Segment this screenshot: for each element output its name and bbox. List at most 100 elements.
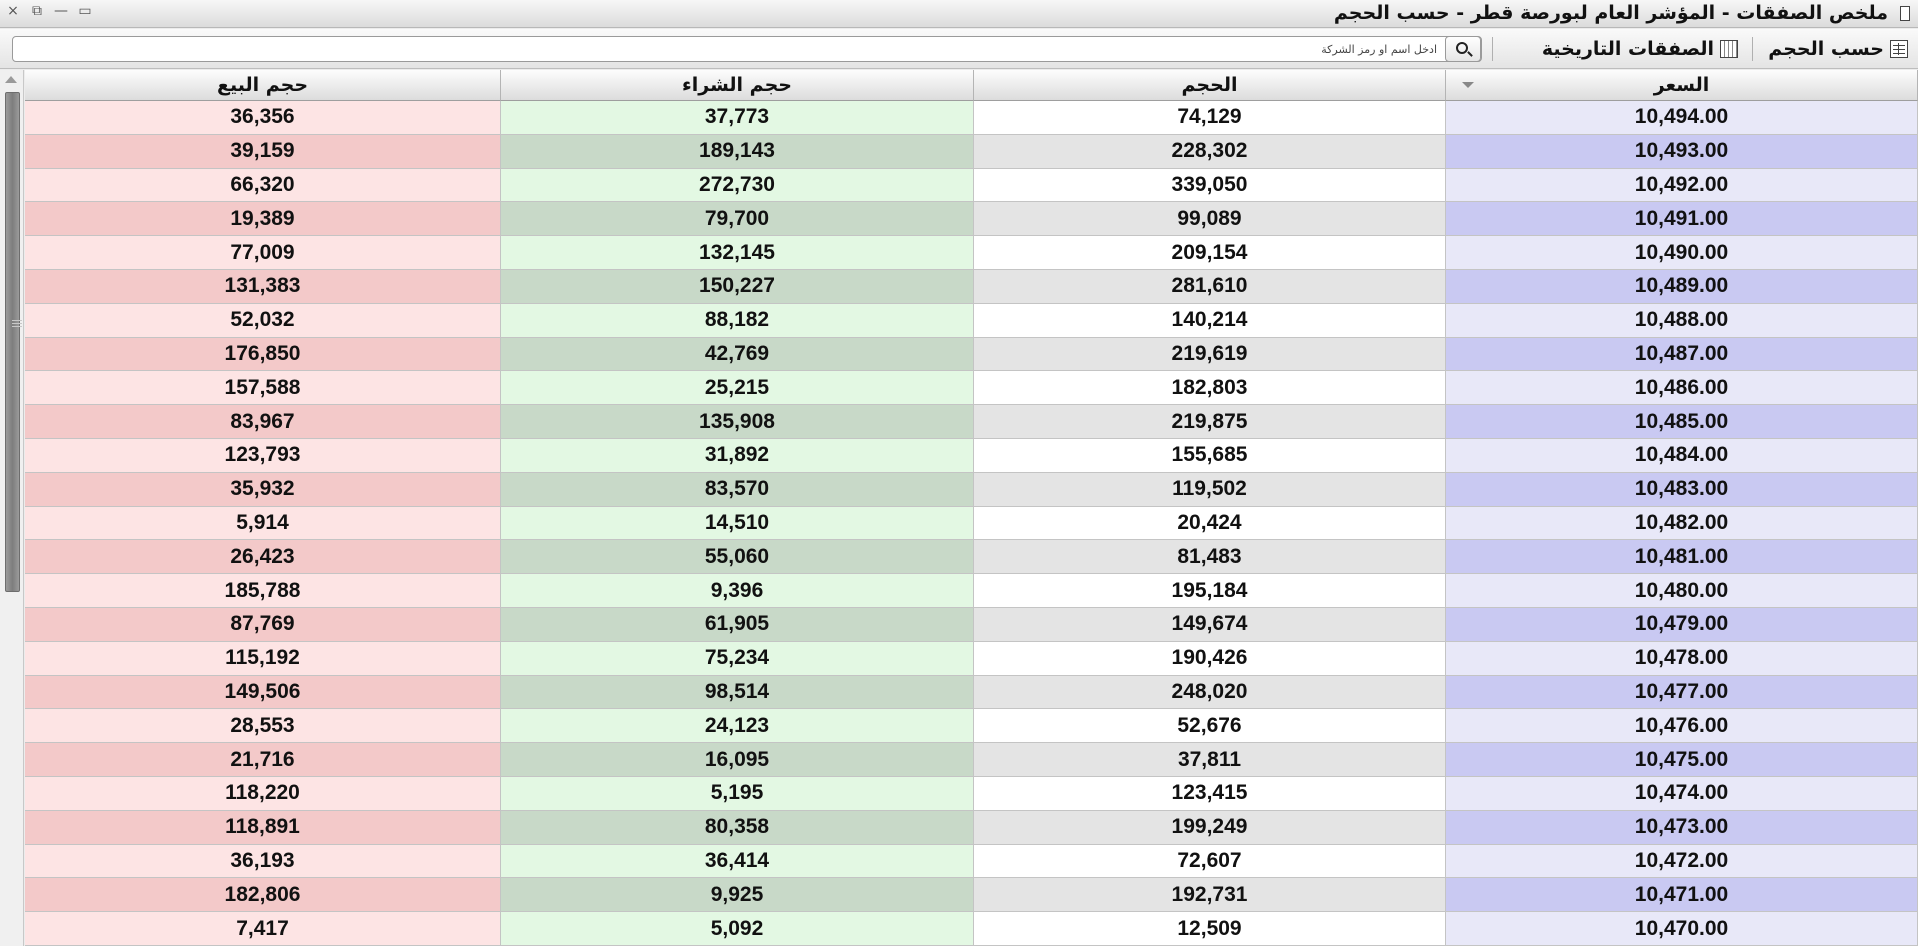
cell-sell-volume: 7,417 [25, 912, 501, 946]
column-header-buy-volume[interactable]: حجم الشراء [501, 70, 974, 101]
cell-price: 10,478.00 [1446, 641, 1918, 676]
cell-sell-volume: 39,159 [25, 134, 501, 169]
table-header: السعر الحجم حجم الشراء حجم البيع [25, 70, 1918, 101]
cell-volume: 99,089 [974, 202, 1446, 237]
table-row[interactable]: 10,481.00 81,483 55,060 26,423 [25, 540, 1918, 575]
cell-volume: 52,676 [974, 709, 1446, 744]
table-row[interactable]: 10,477.00 248,020 98,514 149,506 [25, 675, 1918, 710]
cell-buy-volume: 31,892 [501, 438, 974, 473]
table-row[interactable]: 10,492.00 339,050 272,730 66,320 [25, 168, 1918, 203]
cell-sell-volume: 131,383 [25, 269, 501, 304]
table-row[interactable]: 10,489.00 281,610 150,227 131,383 [25, 269, 1918, 304]
cell-volume: 209,154 [974, 236, 1446, 270]
cell-price: 10,489.00 [1446, 269, 1918, 304]
cell-sell-volume: 35,932 [25, 472, 501, 507]
table-row[interactable]: 10,474.00 123,415 5,195 118,220 [25, 776, 1918, 811]
cell-price: 10,488.00 [1446, 303, 1918, 338]
scroll-up-icon[interactable] [5, 76, 17, 83]
table-row[interactable]: 10,478.00 190,426 75,234 115,192 [25, 641, 1918, 676]
cell-volume: 81,483 [974, 540, 1446, 575]
table-row[interactable]: 10,494.00 74,129 37,773 36,356 [25, 101, 1918, 135]
table-row[interactable]: 10,490.00 209,154 132,145 77,009 [25, 236, 1918, 270]
document-icon [1900, 6, 1910, 21]
table-row[interactable]: 10,470.00 12,509 5,092 7,417 [25, 912, 1918, 946]
cell-price: 10,471.00 [1446, 878, 1918, 913]
table-row[interactable]: 10,483.00 119,502 83,570 35,932 [25, 472, 1918, 507]
table-row[interactable]: 10,472.00 72,607 36,414 36,193 [25, 844, 1918, 879]
cell-volume: 182,803 [974, 371, 1446, 406]
table-row[interactable]: 10,480.00 195,184 9,396 185,788 [25, 574, 1918, 608]
column-header-sell-volume[interactable]: حجم البيع [25, 70, 501, 101]
column-header-label: حجم البيع [216, 74, 309, 96]
column-header-price[interactable]: السعر [1446, 70, 1918, 101]
minimize-icon[interactable]: — [54, 3, 68, 19]
window-title: ملخص الصفقات - المؤشر العام لبورصة قطر -… [1333, 2, 1888, 24]
cell-volume: 248,020 [974, 675, 1446, 710]
cell-price: 10,484.00 [1446, 438, 1918, 473]
cell-price: 10,480.00 [1446, 574, 1918, 608]
cell-sell-volume: 21,716 [25, 743, 501, 777]
cell-buy-volume: 24,123 [501, 709, 974, 744]
close-icon[interactable]: × [6, 3, 20, 19]
search-input[interactable] [13, 37, 1443, 61]
table-row[interactable]: 10,479.00 149,674 61,905 87,769 [25, 607, 1918, 642]
vertical-scrollbar[interactable] [0, 70, 24, 946]
cell-sell-volume: 19,389 [25, 202, 501, 237]
cell-volume: 281,610 [974, 269, 1446, 304]
historical-trades-button[interactable]: الصفقات التاريخية [1542, 35, 1738, 63]
table-row[interactable]: 10,482.00 20,424 14,510 5,914 [25, 506, 1918, 541]
column-header-label: الحجم [1181, 74, 1238, 96]
cell-sell-volume: 157,588 [25, 371, 501, 406]
table-icon [1890, 40, 1908, 58]
table-row[interactable]: 10,473.00 199,249 80,358 118,891 [25, 810, 1918, 845]
cell-price: 10,482.00 [1446, 506, 1918, 541]
cell-buy-volume: 189,143 [501, 134, 974, 169]
historical-trades-label: الصفقات التاريخية [1541, 38, 1714, 60]
table-row[interactable]: 10,484.00 155,685 31,892 123,793 [25, 438, 1918, 473]
table-row[interactable]: 10,491.00 99,089 79,700 19,389 [25, 202, 1918, 237]
cell-price: 10,474.00 [1446, 776, 1918, 811]
cell-sell-volume: 5,914 [25, 506, 501, 541]
cell-buy-volume: 272,730 [501, 168, 974, 203]
table-row[interactable]: 10,475.00 37,811 16,095 21,716 [25, 743, 1918, 777]
cell-volume: 190,426 [974, 641, 1446, 676]
cell-volume: 37,811 [974, 743, 1446, 777]
cell-price: 10,490.00 [1446, 236, 1918, 270]
cell-sell-volume: 176,850 [25, 337, 501, 372]
cell-sell-volume: 115,192 [25, 641, 501, 676]
toolbar-separator [1492, 37, 1493, 61]
table-row[interactable]: 10,476.00 52,676 24,123 28,553 [25, 709, 1918, 744]
cell-volume: 228,302 [974, 134, 1446, 169]
calendar-icon [1720, 40, 1738, 58]
restore-icon[interactable]: ⧉ [30, 3, 44, 19]
cell-buy-volume: 9,925 [501, 878, 974, 913]
cell-price: 10,470.00 [1446, 912, 1918, 946]
table-row[interactable]: 10,471.00 192,731 9,925 182,806 [25, 878, 1918, 913]
by-volume-button[interactable]: حسب الحجم [1768, 35, 1908, 63]
toolbar: حسب الحجم الصفقات التاريخية [0, 29, 1918, 69]
cell-buy-volume: 16,095 [501, 743, 974, 777]
cell-buy-volume: 5,195 [501, 776, 974, 811]
table-row[interactable]: 10,485.00 219,875 135,908 83,967 [25, 405, 1918, 439]
search-icon [1456, 42, 1468, 54]
title-bar: × ⧉ — ▭ ملخص الصفقات - المؤشر العام لبور… [0, 0, 1918, 28]
cell-buy-volume: 14,510 [501, 506, 974, 541]
cell-sell-volume: 52,032 [25, 303, 501, 338]
table-row[interactable]: 10,486.00 182,803 25,215 157,588 [25, 371, 1918, 406]
cell-price: 10,475.00 [1446, 743, 1918, 777]
cell-volume: 74,129 [974, 101, 1446, 135]
cell-volume: 20,424 [974, 506, 1446, 541]
cell-buy-volume: 135,908 [501, 405, 974, 439]
table-row[interactable]: 10,488.00 140,214 88,182 52,032 [25, 303, 1918, 338]
cell-volume: 199,249 [974, 810, 1446, 845]
cell-buy-volume: 9,396 [501, 574, 974, 608]
maximize-icon[interactable]: ▭ [78, 3, 92, 19]
search-box [12, 36, 1482, 62]
scroll-thumb[interactable] [5, 92, 22, 592]
cell-price: 10,479.00 [1446, 607, 1918, 642]
table-row[interactable]: 10,493.00 228,302 189,143 39,159 [25, 134, 1918, 169]
column-header-volume[interactable]: الحجم [974, 70, 1446, 101]
cell-buy-volume: 61,905 [501, 607, 974, 642]
search-button[interactable] [1445, 36, 1481, 62]
table-row[interactable]: 10,487.00 219,619 42,769 176,850 [25, 337, 1918, 372]
